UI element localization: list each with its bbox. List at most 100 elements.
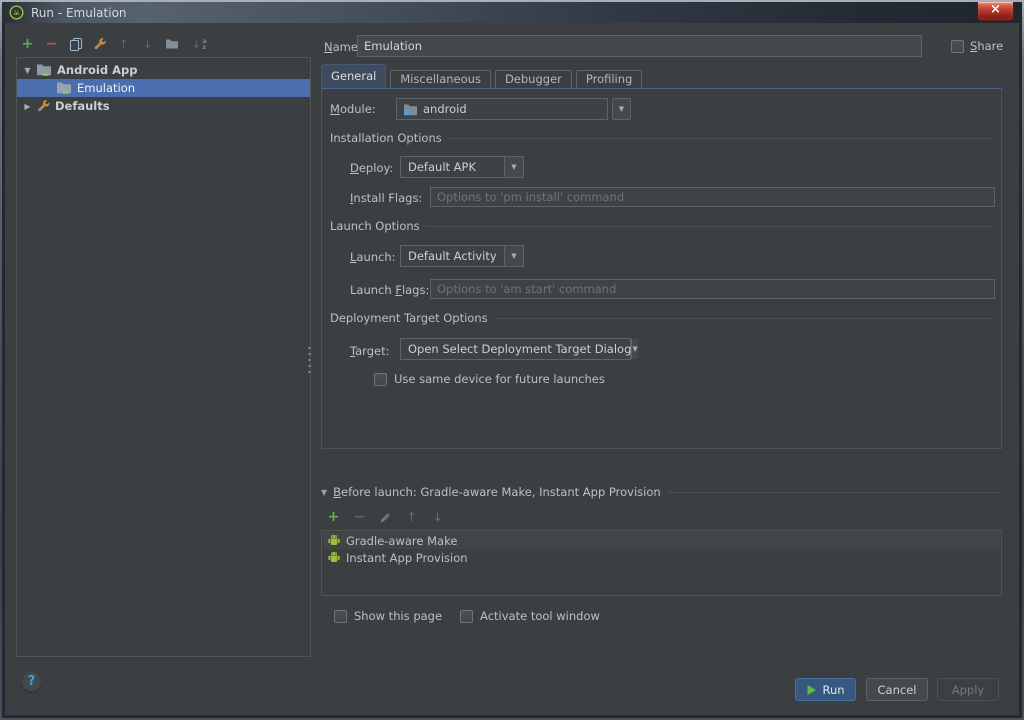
close-button[interactable]: × — [977, 2, 1014, 21]
section-installation-options: Installation Options — [330, 131, 992, 145]
remove-task-button[interactable]: − — [351, 509, 368, 526]
before-launch-task-list: Gradle-aware Make — [321, 530, 1002, 596]
launch-flags-input[interactable] — [430, 279, 995, 299]
install-flags-input[interactable] — [430, 187, 995, 207]
tree-item-emulation-selected[interactable]: Emulation — [17, 79, 310, 97]
name-input[interactable] — [357, 35, 922, 57]
move-up-button[interactable]: ↑ — [115, 36, 132, 53]
add-task-button[interactable]: + — [325, 509, 342, 526]
wrench-icon — [93, 37, 107, 51]
pencil-icon — [379, 511, 392, 524]
module-combo-arrow[interactable]: ▼ — [612, 98, 631, 120]
move-task-down-button[interactable]: ↓ — [429, 509, 446, 526]
android-icon — [328, 551, 340, 564]
tree-item-android-app[interactable]: ▼ Android App — [17, 61, 310, 79]
target-combo[interactable]: Open Select Deployment Target Dialog ▼ — [400, 338, 631, 360]
chevron-down-icon: ▼ — [619, 105, 624, 113]
use-same-device-checkbox[interactable] — [374, 373, 387, 386]
apply-button[interactable]: Apply — [937, 678, 999, 701]
cancel-button[interactable]: Cancel — [866, 678, 928, 701]
splitter-handle[interactable] — [307, 345, 312, 375]
close-icon: × — [990, 2, 1001, 17]
before-launch-toolbar: + − ↑ ↓ — [325, 508, 446, 526]
remove-icon: − — [354, 510, 366, 524]
launch-label: Launch: — [350, 250, 396, 264]
before-launch-checkboxes: Show this page Activate tool window — [334, 609, 600, 623]
configurations-toolbar: + − ↑ ↓ — [19, 34, 211, 54]
add-configuration-button[interactable]: + — [19, 36, 36, 53]
module-label: Module: — [330, 102, 376, 116]
sort-az-icon: az — [202, 38, 206, 50]
chevron-down-icon: ▼ — [631, 339, 637, 359]
remove-configuration-button[interactable]: − — [43, 36, 60, 53]
window-frame: Run - Emulation × + − — [2, 2, 1022, 718]
show-this-page-checkbox[interactable] — [334, 610, 347, 623]
activate-tool-window-label: Activate tool window — [480, 609, 600, 623]
help-button[interactable]: ? — [21, 671, 42, 692]
run-button[interactable]: Run — [795, 678, 856, 701]
install-flags-label: Install Flags: — [350, 191, 422, 205]
show-this-page-row: Show this page — [334, 609, 442, 623]
window-title: Run - Emulation — [31, 6, 127, 20]
target-label: Target: — [350, 344, 389, 358]
config-tabs: General Miscellaneous Debugger Profiling — [321, 64, 642, 88]
header-rule — [667, 492, 1002, 493]
edit-task-button[interactable] — [377, 509, 394, 526]
window: Run - Emulation × + − — [0, 0, 1024, 720]
remove-icon: − — [46, 37, 58, 51]
sort-configurations-button[interactable]: ↓ az — [187, 36, 211, 53]
share-checkbox-row: Share — [951, 39, 1003, 53]
create-folder-button[interactable] — [163, 36, 180, 53]
move-down-icon: ↓ — [142, 38, 152, 50]
copy-icon — [69, 37, 83, 51]
move-task-up-button[interactable]: ↑ — [403, 509, 420, 526]
use-same-device-row: Use same device for future launches — [374, 372, 605, 386]
play-icon — [806, 684, 817, 696]
share-label: Share — [970, 39, 1003, 53]
help-icon: ? — [28, 674, 36, 689]
deploy-label: Deploy: — [350, 161, 393, 175]
deploy-combo[interactable]: Default APK ▼ — [400, 156, 524, 178]
defaults-wrench-icon — [36, 99, 51, 113]
tab-debugger[interactable]: Debugger — [495, 70, 572, 88]
run-config-folder-icon — [56, 81, 73, 95]
launch-flags-label: Launch Flags: — [350, 283, 429, 297]
use-same-device-label: Use same device for future launches — [394, 372, 605, 386]
sort-arrow-icon: ↓ — [191, 38, 201, 50]
tree-item-defaults[interactable]: ▶ Defaults — [17, 97, 310, 115]
expanded-triangle-icon[interactable]: ▼ — [22, 66, 33, 75]
section-launch-options: Launch Options — [330, 219, 992, 233]
tab-profiling[interactable]: Profiling — [576, 70, 642, 88]
show-this-page-label: Show this page — [354, 609, 442, 623]
chevron-down-icon: ▼ — [504, 246, 523, 266]
android-app-folder-icon — [36, 63, 53, 77]
folder-icon — [165, 38, 179, 50]
collapsed-triangle-icon[interactable]: ▶ — [22, 102, 33, 111]
move-down-icon: ↓ — [432, 511, 442, 523]
activate-tool-window-checkbox[interactable] — [460, 610, 473, 623]
share-checkbox[interactable] — [951, 40, 964, 53]
task-row-instant-app-provision[interactable]: Instant App Provision — [323, 549, 1000, 566]
tab-miscellaneous[interactable]: Miscellaneous — [390, 70, 491, 88]
launch-combo[interactable]: Default Activity ▼ — [400, 245, 524, 267]
configurations-tree: ▼ Android App — [16, 57, 311, 657]
task-row-gradle-aware-make[interactable]: Gradle-aware Make — [323, 532, 1000, 549]
tab-general[interactable]: General — [321, 64, 386, 88]
module-folder-icon — [403, 103, 418, 116]
android-studio-icon — [9, 5, 24, 20]
android-icon — [328, 534, 340, 547]
add-icon: + — [328, 510, 340, 524]
section-deployment-target-options: Deployment Target Options — [330, 311, 992, 325]
collapse-triangle-icon[interactable]: ▼ — [321, 488, 327, 497]
copy-configuration-button[interactable] — [67, 36, 84, 53]
move-up-icon: ↑ — [406, 511, 416, 523]
edit-defaults-button[interactable] — [91, 36, 108, 53]
before-launch-header: ▼ Before launch: Gradle-aware Make, Inst… — [321, 484, 1002, 500]
module-combo[interactable]: android — [396, 98, 608, 120]
title-bar[interactable]: Run - Emulation × — [2, 2, 1022, 23]
run-configurations-dialog: + − ↑ ↓ — [5, 23, 1019, 715]
chevron-down-icon: ▼ — [504, 157, 523, 177]
move-down-button[interactable]: ↓ — [139, 36, 156, 53]
general-tab-panel: Module: android ▼ Installation Options D… — [321, 88, 1002, 449]
before-launch-title: Before launch: Gradle-aware Make, Instan… — [333, 485, 661, 499]
